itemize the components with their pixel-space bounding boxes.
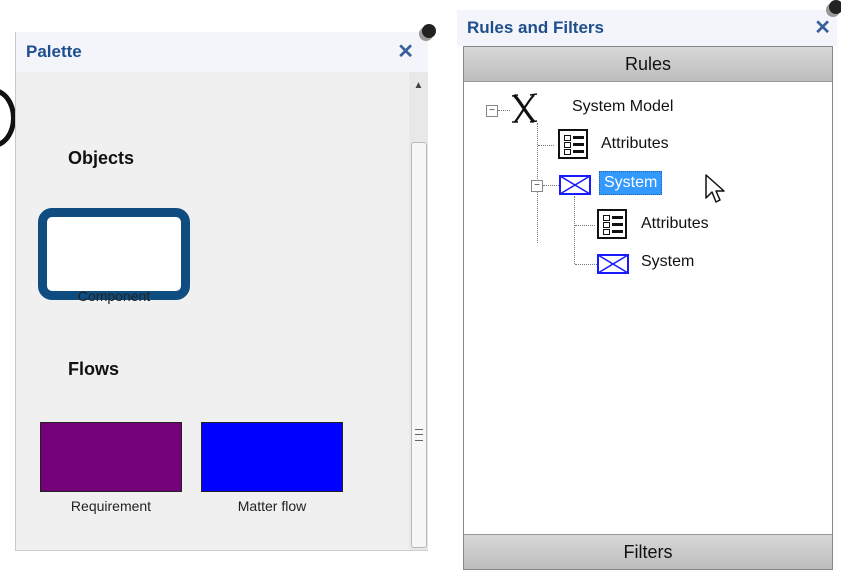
- rules-corner-decoration: [829, 0, 841, 14]
- rules-frame: Rules − System Model Attributes − System…: [463, 46, 833, 570]
- tree-node-system-selected[interactable]: System: [599, 171, 663, 195]
- requirement-label: Requirement: [70, 498, 152, 514]
- mouse-cursor-icon: [705, 174, 725, 203]
- tree-line: [575, 225, 595, 226]
- tree-node-system-model[interactable]: System Model: [572, 98, 673, 116]
- tree-node-system-nested[interactable]: System: [641, 253, 694, 271]
- flows-group-title: Flows: [68, 359, 120, 379]
- scroll-up-arrow-icon[interactable]: ▲: [409, 78, 428, 94]
- tree-line: [538, 145, 554, 146]
- palette-scrollbar[interactable]: ▲: [409, 72, 428, 550]
- root-collapse-toggle[interactable]: −: [486, 105, 498, 117]
- tree-line: [574, 196, 575, 264]
- rules-and-filters-panel: Rules and Filters ✕ Rules − System Model: [457, 0, 841, 572]
- component-shape-icon: [38, 208, 190, 300]
- scroll-thumb[interactable]: [411, 142, 427, 548]
- palette-corner-decoration: [422, 24, 436, 38]
- system-envelope-icon: [559, 175, 591, 195]
- component-label: Component: [77, 288, 151, 304]
- palette-panel: Palette ✕ Objects Component Flows Requir…: [15, 24, 436, 551]
- scroll-grip-icon: [415, 429, 423, 441]
- palette-title: Palette: [26, 42, 82, 61]
- rules-close-icon[interactable]: ✕: [814, 10, 831, 46]
- tree-line: [575, 264, 597, 265]
- palette-body: Objects Component Flows Requirement Matt…: [16, 72, 394, 550]
- rules-header: Rules and Filters ✕: [457, 10, 837, 46]
- matter-flow-swatch-icon: [201, 422, 343, 492]
- palette-header: Palette ✕: [16, 32, 428, 72]
- tree-node-attributes[interactable]: Attributes: [601, 135, 669, 153]
- rules-bar[interactable]: Rules: [464, 47, 832, 82]
- matter-flow-label: Matter flow: [237, 498, 307, 514]
- tree-line: [543, 185, 559, 186]
- rules-tree: − System Model Attributes − System Attri…: [464, 83, 832, 533]
- rules-title: Rules and Filters: [467, 18, 604, 37]
- palette-close-icon[interactable]: ✕: [397, 32, 414, 72]
- system-model-x-icon: [511, 93, 538, 124]
- system-collapse-toggle[interactable]: −: [531, 180, 543, 192]
- system-envelope-icon: [597, 254, 629, 274]
- attributes-icon: [597, 209, 627, 239]
- filters-bar[interactable]: Filters: [464, 534, 832, 569]
- edge-arc-decoration: [0, 88, 16, 148]
- tree-node-attributes-nested[interactable]: Attributes: [641, 215, 709, 233]
- requirement-swatch-icon: [40, 422, 182, 492]
- objects-group-title: Objects: [68, 148, 135, 168]
- attributes-icon: [558, 129, 588, 159]
